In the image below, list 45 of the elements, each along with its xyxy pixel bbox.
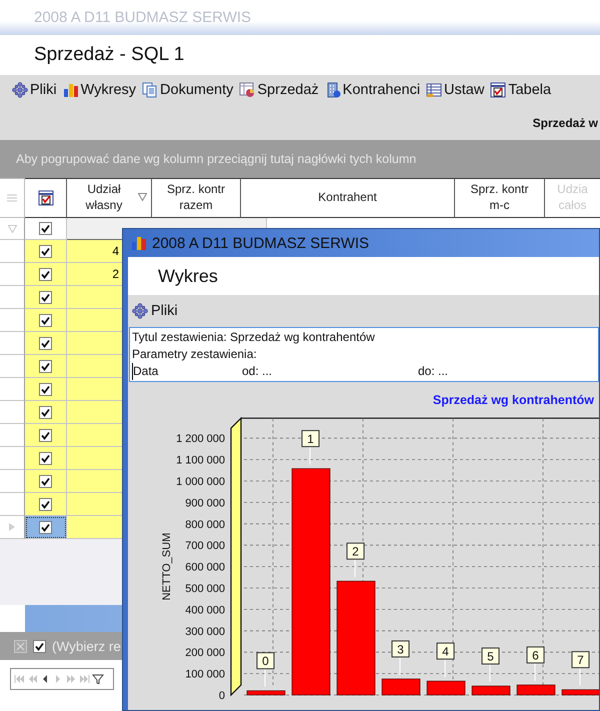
axis-label: NETTO_SUM: [161, 532, 173, 600]
x-tick-label: 7: [577, 653, 584, 668]
dialog-title: 2008 A D11 BUDMASZ SERWIS: [152, 234, 370, 252]
tick-label: 800 000: [185, 518, 225, 531]
category-label: 0: [256, 652, 274, 670]
tick-label: 600 000: [185, 562, 225, 574]
tick-label: 300 000: [185, 626, 225, 638]
date-to: do: ...: [418, 363, 448, 380]
report-title: Sprzedaż w: [532, 116, 598, 130]
tick-label: 400 000: [185, 604, 225, 616]
x-tick-label: 2: [352, 544, 360, 559]
x-tick-label: 3: [397, 642, 404, 656]
window-title: 2008 A D11 BUDMASZ SERWIS: [34, 9, 252, 26]
group-hint: Aby pogrupować dane wg kolumn przeciągnij tutaj nagłówki tych kolumn: [16, 152, 416, 166]
tick-label: 0: [218, 690, 225, 702]
filter-text: (Wybierz re: [52, 638, 121, 654]
x-tick-label: 6: [532, 648, 540, 662]
category-label: 2: [346, 542, 364, 560]
window-heading: Sprzedaż - SQL 1: [34, 44, 184, 66]
dialog-heading: Wykres: [158, 266, 218, 286]
tick-label: 200 000: [185, 647, 225, 660]
cell-value: 4: [112, 244, 119, 258]
report-title-line: Tytul zestawienia: Sprzedaż wg kontrahentów: [132, 329, 376, 346]
category-label: 5: [482, 648, 500, 664]
x-tick-label: 0: [262, 654, 270, 668]
x-tick-label: 1: [307, 432, 314, 446]
tick-label: 1 200 000: [176, 433, 225, 446]
tick-label: 1 000 000: [176, 476, 225, 488]
x-tick-label: 4: [442, 644, 450, 659]
category-label: 3: [392, 640, 410, 658]
tick-label: 500 000: [185, 583, 225, 595]
category-label: 4: [436, 642, 454, 660]
category-label: 1: [302, 430, 320, 448]
parameters-label: Parametry zestawienia:: [132, 347, 257, 361]
category-label: 6: [526, 646, 544, 664]
date-label: Data: [132, 363, 158, 380]
cell-value: 2: [112, 267, 119, 281]
tick-label: 700 000: [185, 540, 225, 552]
tick-label: 1 100 000: [176, 454, 225, 467]
date-from: od: ...: [242, 363, 272, 380]
x-tick-label: 5: [487, 650, 494, 664]
tick-label: 900 000: [185, 497, 225, 510]
tick-label: 100 000: [185, 668, 225, 681]
category-label: 7: [572, 651, 590, 668]
chart-title: Sprzedaż wg kontrahentów: [432, 393, 594, 407]
